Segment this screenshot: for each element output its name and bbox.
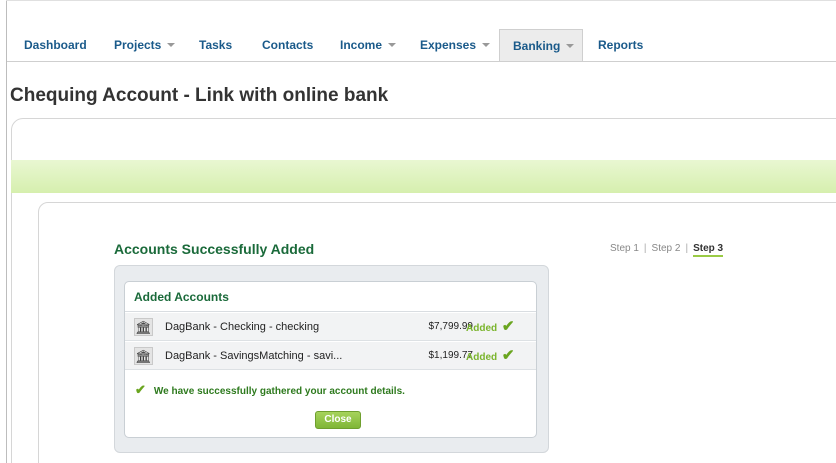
status-label: Added <box>466 323 498 334</box>
nav-contacts-label: Contacts <box>262 38 314 52</box>
main-nav: Dashboard Projects Tasks Contacts Income… <box>7 29 836 62</box>
account-row: 🏛 DagBank - SavingsMatching - savi... $1… <box>125 342 536 370</box>
added-accounts-panel: Added Accounts 🏛 DagBank - Checking - ch… <box>124 281 537 438</box>
step-2: Step 2 <box>651 243 681 254</box>
panel-header: Added Accounts <box>125 282 536 312</box>
chevron-down-icon <box>167 42 176 47</box>
step-separator: | <box>685 243 689 254</box>
nav-income[interactable]: Income <box>340 29 397 62</box>
success-message: ✔ We have successfully gathered your acco… <box>135 382 405 398</box>
nav-divider <box>7 61 836 62</box>
nav-dashboard[interactable]: Dashboard <box>24 29 87 62</box>
account-name: DagBank - SavingsMatching - savi... <box>165 350 343 362</box>
status-label: Added <box>466 352 498 363</box>
step-3-current: Step 3 <box>693 243 724 257</box>
check-icon: ✔ <box>135 382 146 397</box>
nav-expenses-label: Expenses <box>420 38 477 52</box>
window-border-left <box>6 0 7 463</box>
account-status: Added ✔ <box>466 313 514 343</box>
bank-icon: 🏛 <box>134 318 153 336</box>
nav-reports[interactable]: Reports <box>598 29 643 62</box>
window-border-top <box>6 0 836 1</box>
step-separator: | <box>643 243 647 254</box>
nav-tasks-label: Tasks <box>199 38 233 52</box>
page-title: Chequing Account - Link with online bank <box>10 85 389 106</box>
chevron-down-icon <box>388 42 397 47</box>
account-status: Added ✔ <box>466 342 514 372</box>
nav-projects-label: Projects <box>114 38 162 52</box>
wizard-heading: Accounts Successfully Added <box>114 241 315 257</box>
success-message-text: We have successfully gathered your accou… <box>153 386 405 397</box>
step-1: Step 1 <box>610 243 639 254</box>
nav-reports-label: Reports <box>598 38 644 52</box>
check-icon: ✔ <box>501 347 515 364</box>
chevron-down-icon <box>566 43 575 48</box>
nav-income-label: Income <box>340 38 383 52</box>
nav-tasks[interactable]: Tasks <box>199 29 232 62</box>
nav-banking-label: Banking <box>513 39 561 53</box>
check-icon: ✔ <box>501 318 515 335</box>
nav-expenses[interactable]: Expenses <box>420 29 491 62</box>
account-row: 🏛 DagBank - Checking - checking $7,799.9… <box>125 313 536 341</box>
nav-banking[interactable]: Banking <box>499 29 583 62</box>
nav-contacts[interactable]: Contacts <box>262 29 313 62</box>
close-button[interactable]: Close <box>315 411 361 429</box>
header-band <box>11 160 836 193</box>
account-name: DagBank - Checking - checking <box>165 321 320 333</box>
nav-projects[interactable]: Projects <box>114 29 176 62</box>
chevron-down-icon <box>482 42 491 47</box>
wizard-steps: Step 1 | Step 2 | Step 3 <box>610 243 724 257</box>
nav-dashboard-label: Dashboard <box>24 38 87 52</box>
bank-icon: 🏛 <box>134 347 153 365</box>
